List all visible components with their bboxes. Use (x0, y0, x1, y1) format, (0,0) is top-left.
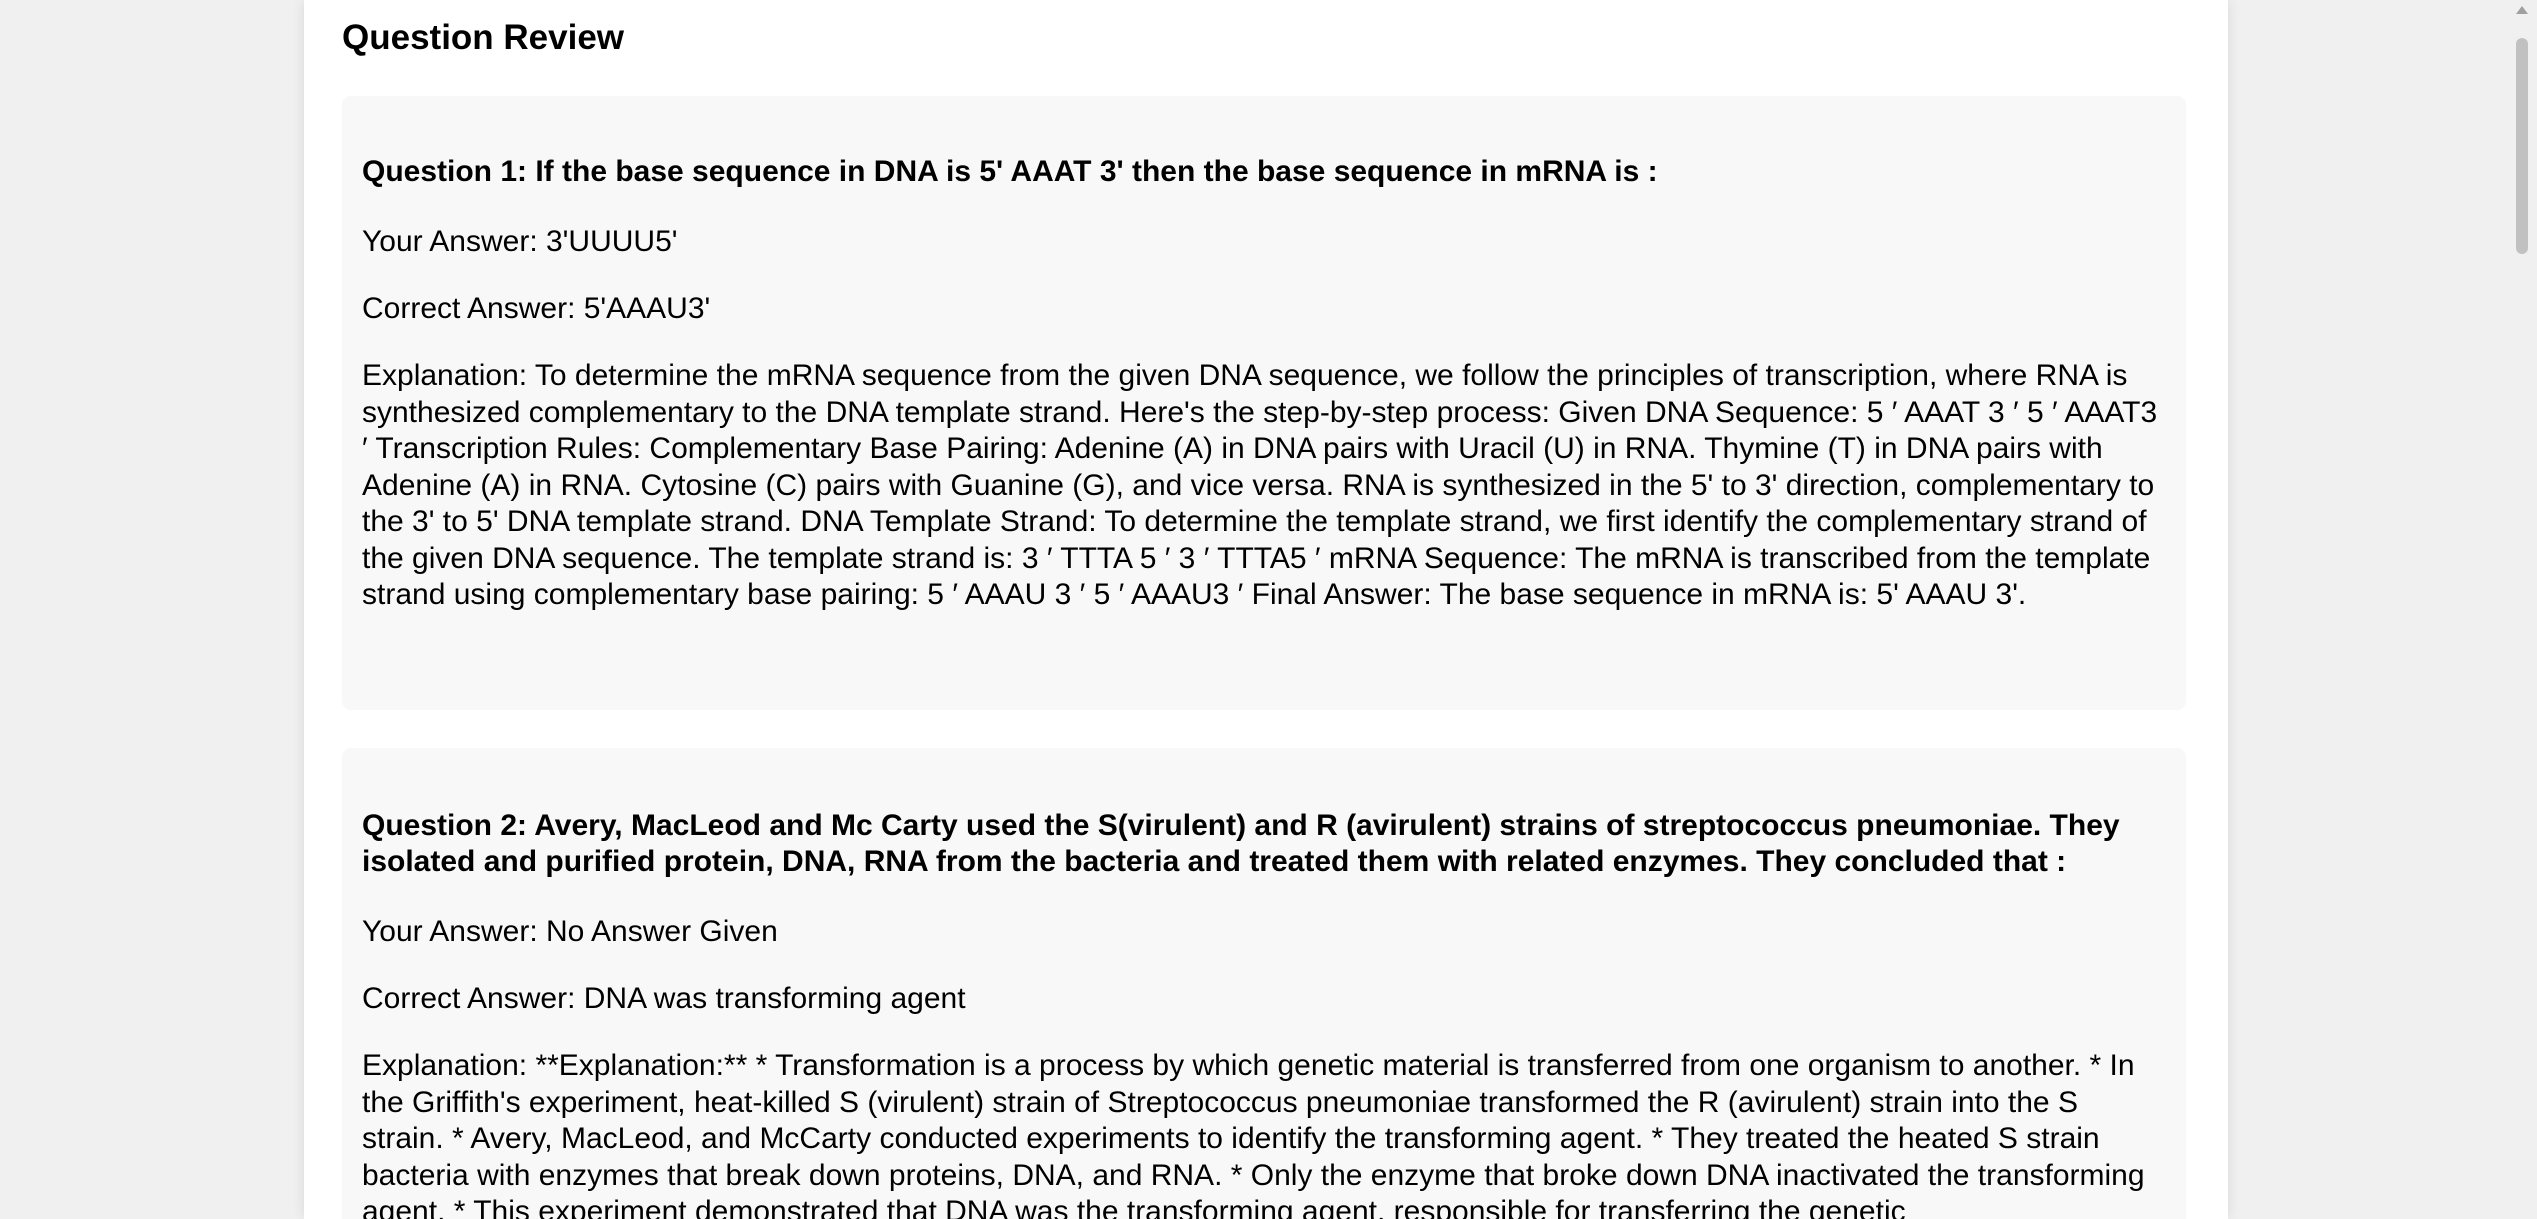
question-text: Question 1: If the base sequence in DNA … (362, 155, 1658, 188)
question-text: Question 2: Avery, MacLeod and Mc Carty … (362, 809, 2120, 878)
page-title: Question Review (342, 18, 625, 57)
your-answer: Your Answer: 3'UUUU5' (362, 225, 678, 258)
vertical-scrollbar[interactable] (2507, 0, 2537, 1219)
correct-answer: Correct Answer: DNA was transforming age… (362, 982, 966, 1015)
question-card: Question 1: If the base sequence in DNA … (342, 96, 2186, 710)
explanation: Explanation: **Explanation:** * Transfor… (362, 1049, 2145, 1219)
scrollbar-thumb[interactable] (2516, 38, 2528, 254)
correct-answer: Correct Answer: 5'AAAU3' (362, 292, 711, 325)
review-page: Question Review Question 1: If the base … (304, 0, 2228, 1219)
question-card: Question 2: Avery, MacLeod and Mc Carty … (342, 748, 2186, 1219)
scroll-up-arrow-icon[interactable] (2516, 6, 2528, 14)
explanation: Explanation: To determine the mRNA seque… (362, 359, 2158, 611)
your-answer: Your Answer: No Answer Given (362, 915, 778, 948)
